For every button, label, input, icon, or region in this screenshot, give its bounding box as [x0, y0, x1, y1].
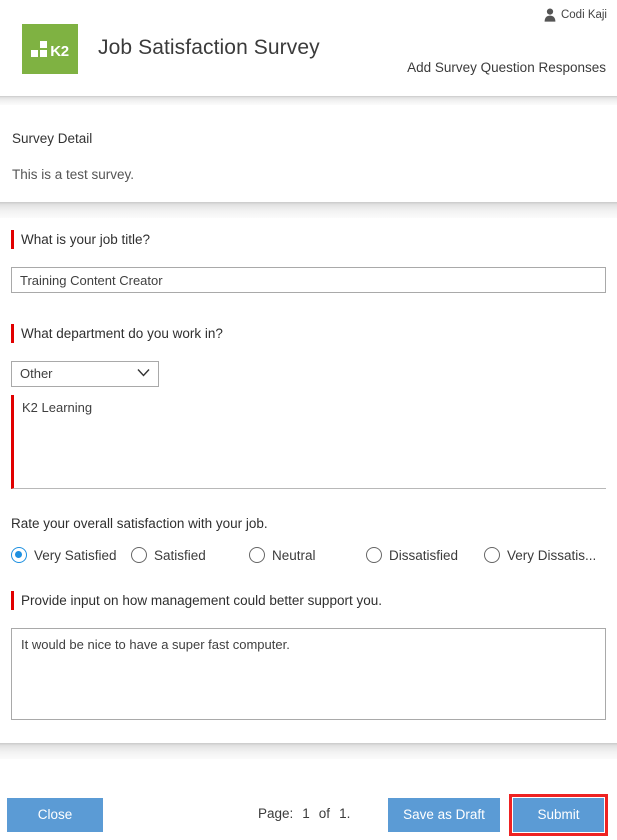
person-icon [544, 8, 556, 22]
pager-current: 1 [302, 806, 310, 821]
radio-very-satisfied-mark [11, 547, 27, 563]
pager-label: Page: [258, 806, 294, 821]
radio-very-dissatisfied-label: Very Dissatis... [507, 547, 597, 563]
question-job-title-label: What is your job title? [11, 230, 606, 249]
radio-very-dissatisfied[interactable]: Very Dissatis... [484, 547, 596, 563]
user-account[interactable]: Codi Kaji [544, 8, 607, 22]
radio-dissatisfied-label: Dissatisfied [389, 547, 459, 563]
user-name: Codi Kaji [560, 9, 607, 21]
survey-detail-title: Survey Detail [12, 131, 93, 146]
submit-button[interactable]: Submit [513, 798, 604, 832]
page-title: Job Satisfaction Survey [98, 36, 320, 59]
header-divider [0, 96, 617, 105]
radio-satisfied-mark [131, 547, 147, 563]
question-department-label: What department do you work in? [11, 324, 606, 343]
radio-neutral-label: Neutral [272, 547, 316, 563]
question-satisfaction-label: Rate your overall satisfaction with your… [11, 516, 268, 531]
radio-dissatisfied[interactable]: Dissatisfied [366, 547, 484, 563]
pager-total: 1. [339, 806, 351, 821]
pager-of: of [318, 806, 331, 821]
close-button[interactable]: Close [7, 798, 103, 832]
radio-satisfied[interactable]: Satisfied [131, 547, 249, 563]
radio-satisfied-label: Satisfied [154, 547, 206, 563]
radio-neutral[interactable]: Neutral [249, 547, 366, 563]
question-job-title: What is your job title? [11, 218, 606, 293]
k2-logo-squares [31, 41, 48, 57]
question-department: What department do you work in? Other [11, 293, 606, 494]
management-input-textarea[interactable] [11, 628, 606, 720]
job-title-input[interactable] [11, 267, 606, 293]
pager: Page: 1 of 1. [258, 806, 350, 821]
survey-detail-section: Survey Detail This is a test survey. [0, 105, 617, 202]
radio-very-satisfied[interactable]: Very Satisfied [11, 547, 131, 563]
satisfaction-radio-group: Very Satisfied Satisfied Neutral Dissati… [11, 547, 606, 563]
question-satisfaction: Rate your overall satisfaction with your… [11, 494, 606, 563]
question-management-input: Provide input on how management could be… [11, 563, 606, 725]
radio-very-satisfied-label: Very Satisfied [34, 547, 117, 563]
department-dropdown[interactable]: Other [11, 361, 159, 387]
survey-detail-text: This is a test survey. [12, 167, 135, 182]
footer-divider [0, 743, 617, 759]
department-other-textarea[interactable] [11, 395, 606, 489]
department-dropdown-value[interactable]: Other [11, 361, 159, 387]
radio-very-dissatisfied-mark [484, 547, 500, 563]
radio-neutral-mark [249, 547, 265, 563]
survey-form: What is your job title? What department … [0, 218, 617, 743]
form-footer: Close Page: 1 of 1. Save as Draft Submit [0, 785, 617, 840]
app-header: Codi Kaji K2 Job Satisfaction Survey Add… [0, 0, 617, 96]
k2-logo-text: K2 [50, 43, 69, 60]
k2-logo: K2 [22, 24, 78, 74]
save-as-draft-button[interactable]: Save as Draft [388, 798, 500, 832]
radio-dissatisfied-mark [366, 547, 382, 563]
detail-divider [0, 202, 617, 218]
add-survey-question-responses-link[interactable]: Add Survey Question Responses [407, 60, 606, 75]
question-management-input-label: Provide input on how management could be… [11, 591, 606, 610]
